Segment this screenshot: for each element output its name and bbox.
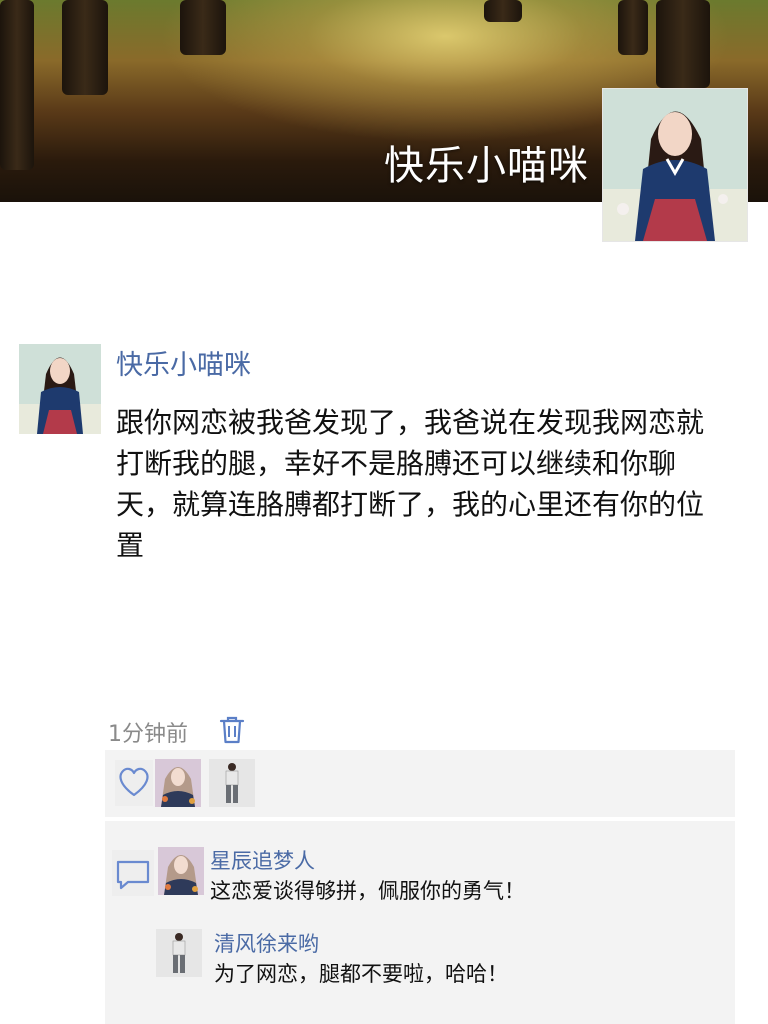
comment-author-avatar[interactable] bbox=[156, 929, 202, 977]
comment-bubble-icon[interactable] bbox=[112, 850, 154, 896]
comment-author-avatar[interactable] bbox=[158, 847, 204, 895]
comment-author-name[interactable]: 星辰追梦人 bbox=[210, 845, 315, 875]
post-author-name[interactable]: 快乐小喵咪 bbox=[116, 343, 251, 382]
tree-trunk bbox=[656, 0, 710, 88]
tree-trunk bbox=[62, 0, 108, 95]
tree-trunk bbox=[618, 0, 648, 55]
post-content: 跟你网恋被我爸发现了，我爸说在发现我网恋就打断我的腿，幸好不是胳膊还可以继续和你… bbox=[116, 406, 705, 562]
cover-username: 快乐小喵咪 bbox=[384, 143, 589, 189]
avatar-portrait-image bbox=[603, 89, 747, 241]
profile-avatar[interactable] bbox=[602, 88, 748, 242]
post-timestamp: 1分钟前 bbox=[108, 722, 188, 747]
comments-panel: 星辰追梦人 这恋爱谈得够拼，佩服你的勇气！ 清风徐来哟 为了网恋，腿都不要啦，哈… bbox=[105, 821, 735, 1024]
post-author-avatar[interactable] bbox=[19, 344, 101, 434]
comment-text: 为了网恋，腿都不要啦，哈哈！ bbox=[214, 962, 508, 986]
like-user-avatar[interactable] bbox=[209, 759, 255, 807]
avatar-portrait-image bbox=[19, 344, 101, 434]
tree-trunk bbox=[0, 0, 34, 170]
comment-text: 这恋爱谈得够拼，佩服你的勇气！ bbox=[210, 879, 525, 903]
comment-author-name[interactable]: 清风徐来哟 bbox=[214, 928, 319, 958]
likes-panel bbox=[105, 750, 735, 817]
tree-trunk bbox=[180, 0, 226, 55]
tree-trunk bbox=[484, 0, 522, 22]
like-user-avatar[interactable] bbox=[155, 759, 201, 807]
trash-icon[interactable] bbox=[219, 715, 245, 745]
heart-icon[interactable] bbox=[115, 760, 153, 806]
